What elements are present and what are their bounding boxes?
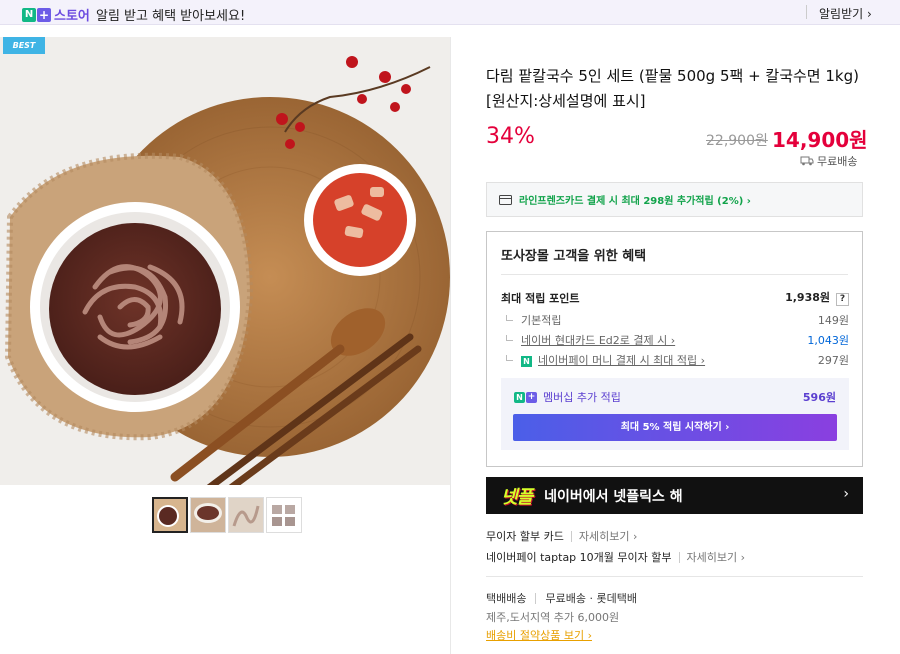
chevron-right-icon: › [843, 486, 849, 502]
delivery-fee: 무료배송 · 롯데택배 [545, 592, 637, 605]
product-main-image[interactable] [0, 37, 450, 485]
max-points-row: 최대 적립 포인트 1,938원? [501, 289, 849, 306]
thumbnail-image [191, 498, 225, 532]
installment-detail-link[interactable]: 자세히보기 › [687, 549, 746, 565]
points-row-hyundai-card: 네이버 현대카드 Ed2로 결제 시 › 1,043원 [501, 332, 849, 348]
best-badge: BEST [3, 37, 45, 54]
netflix-banner-text: 네이버에서 넷플릭스 해 [544, 488, 683, 505]
max-points-label: 최대 적립 포인트 [501, 291, 580, 305]
points-label-wrap: 기본적립 [501, 312, 561, 328]
credit-card-icon [499, 194, 512, 205]
tree-branch-icon [506, 355, 513, 361]
jeju-extra-fee: 제주,도서지역 추가 6,000원 [486, 611, 620, 624]
plus-icon: + [526, 391, 537, 403]
sale-price: 14,900원 [772, 128, 868, 152]
divider [678, 551, 680, 563]
benefit-title: 또사장몰 고객을 위한 혜택 [501, 249, 647, 264]
naver-n-icon: N [22, 7, 36, 22]
product-photo-illustration [0, 37, 450, 485]
banner-message: 알림 받고 혜택 받아보세요! [96, 9, 246, 24]
product-title: 다림 팥칼국수 5인 세트 (팥물 500g 5팩 + 칼국수면 1kg) [원… [486, 67, 859, 110]
points-value: 1,043원 [807, 334, 849, 347]
installment-detail-link[interactable]: 자세히보기 › [579, 528, 638, 544]
thumbnail-3[interactable] [228, 497, 264, 533]
thumbnail-1[interactable] [152, 497, 188, 533]
installment-row-taptap: 네이버페이 taptap 10개월 무이자 할부 자세히보기 › [486, 549, 745, 565]
thumbnail-4[interactable] [266, 497, 302, 533]
thumbnail-image [229, 498, 263, 532]
points-value: 149원 [817, 314, 849, 327]
customer-benefit-box: 또사장몰 고객을 위한 혜택 최대 적립 포인트 1,938원? 기본적립 14… [486, 231, 863, 467]
delivery-type: 택배배송 [486, 592, 527, 605]
shipping-saver-link[interactable]: 배송비 절약상품 보기 › [486, 627, 592, 643]
delivery-row: 택배배송 무료배송 · 롯데택배 [486, 590, 637, 606]
section-divider [486, 576, 863, 577]
divider [570, 530, 572, 542]
membership-label: 멤버십 추가 적립 [543, 391, 621, 404]
divider [535, 592, 537, 604]
thumbnail-image [154, 499, 186, 531]
column-divider [450, 37, 451, 654]
start-membership-button[interactable]: 최대 5% 적립 시작하기 › [513, 414, 837, 441]
membership-row: N + 멤버십 추가 적립 596원 [514, 389, 836, 405]
tree-branch-icon [506, 315, 513, 321]
notification-banner: N + 스토어 알림 받고 혜택 받아보세요! 알림받기 › [0, 0, 900, 25]
points-label: 기본적립 [521, 314, 562, 327]
naverpay-icon: N [521, 355, 532, 367]
netflix-logo: 넷플 [501, 486, 533, 508]
installment-label: 네이버페이 taptap 10개월 무이자 할부 [486, 551, 672, 564]
banner-divider [806, 5, 807, 19]
hyundai-card-link[interactable]: 네이버 현대카드 Ed2로 결제 시 › [521, 334, 675, 347]
discount-rate: 34% [486, 124, 535, 149]
installment-label: 무이자 할부 카드 [486, 530, 564, 543]
truck-icon [800, 156, 814, 166]
max-points-value-wrap: 1,938원? [785, 289, 849, 306]
shipping-text: 무료배송 [817, 155, 858, 168]
store-logo-text: 스토어 [54, 9, 90, 24]
thumbnail-2[interactable] [190, 497, 226, 533]
naver-plus-store-logo[interactable]: N + 스토어 [22, 5, 90, 24]
membership-label-wrap: N + 멤버십 추가 적립 [514, 389, 621, 405]
tree-branch-icon [506, 335, 513, 341]
original-price: 22,900원 [706, 133, 768, 149]
points-row-basic: 기본적립 149원 [501, 312, 849, 328]
netflix-promo-banner[interactable]: 넷플 네이버에서 넷플릭스 해 › [486, 477, 863, 514]
naverpay-money-link[interactable]: 네이버페이 머니 결제 시 최대 적립 › [538, 354, 705, 367]
thumbnail-image [267, 498, 301, 532]
points-row-naverpay: N 네이버페이 머니 결제 시 최대 적립 › 297원 [501, 352, 849, 368]
plus-icon: + [37, 7, 51, 22]
points-label-wrap: N 네이버페이 머니 결제 시 최대 적립 › [501, 352, 705, 368]
installment-row-card: 무이자 할부 카드 자세히보기 › [486, 528, 637, 544]
naver-n-icon: N [514, 391, 525, 403]
membership-value: 596원 [802, 391, 836, 404]
help-icon[interactable]: ? [836, 293, 849, 306]
points-label-wrap: 네이버 현대카드 Ed2로 결제 시 › [501, 332, 675, 348]
max-points-value: 1,938원 [785, 291, 830, 304]
thumbnail-list [152, 497, 302, 533]
card-promo-banner[interactable]: 라인프렌즈카드 결제 시 최대 298원 추가적립 (2%) › [486, 182, 863, 217]
divider [501, 274, 848, 275]
membership-box: N + 멤버십 추가 적립 596원 최대 5% 적립 시작하기 › [501, 378, 849, 450]
alarm-subscribe-button[interactable]: 알림받기 › [819, 5, 872, 22]
free-shipping-label: 무료배송 [800, 153, 857, 169]
points-value: 297원 [817, 354, 849, 367]
card-promo-text: 라인프렌즈카드 결제 시 최대 298원 추가적립 (2%) › [519, 196, 751, 207]
